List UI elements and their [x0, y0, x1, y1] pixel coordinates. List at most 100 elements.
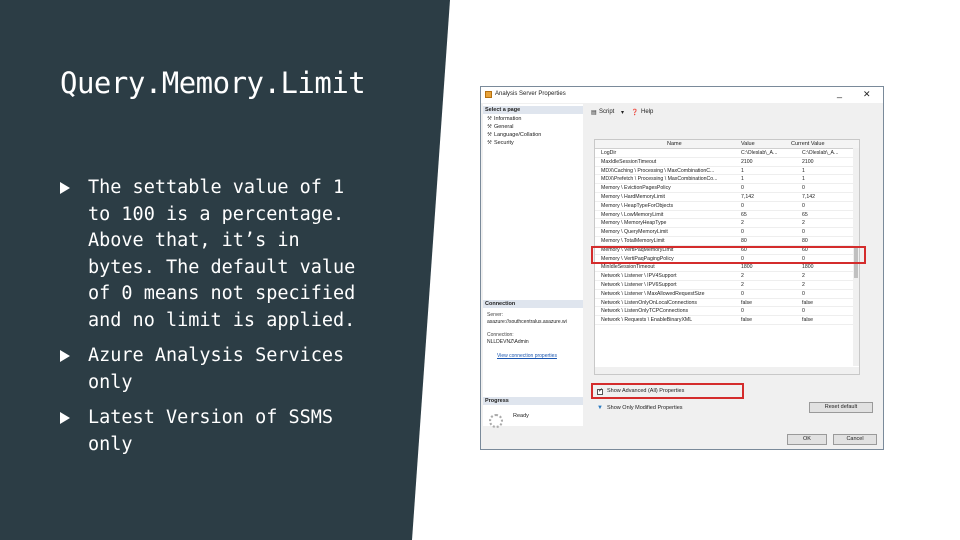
minimize-button[interactable]: _ [837, 88, 842, 98]
property-current-value: 80 [802, 238, 808, 244]
property-name: Memory \ QueryMemoryLimit [601, 229, 668, 236]
close-button[interactable]: ✕ [863, 89, 871, 100]
table-row[interactable]: Memory \ MemoryHeapType 2 2 [595, 219, 855, 229]
property-value[interactable]: 1 [741, 176, 799, 182]
property-name: Memory \ TotalMemoryLimit [601, 238, 665, 244]
table-row[interactable]: Memory \ QueryMemoryLimit 0 0 [595, 228, 855, 237]
property-name: MDX\Caching \ Processing \ MaxCombinatio… [601, 167, 715, 174]
property-value[interactable]: 65 [741, 212, 799, 218]
page-item-label: Language/Collation [493, 132, 542, 138]
column-header-name[interactable]: Name [667, 141, 682, 147]
chevron-down-icon[interactable]: ▾ [621, 109, 624, 116]
property-current-value: false [802, 299, 813, 306]
table-row[interactable]: MDX\Caching \ Processing \ MaxCombinatio… [595, 167, 855, 176]
property-value[interactable]: C:\Oleslab\_A... [741, 150, 799, 156]
table-row[interactable]: Network \ ListenOnlyOnLocalConnections fa… [595, 299, 855, 308]
property-value[interactable]: 0 [741, 203, 799, 209]
server-label: Server: [487, 312, 504, 318]
property-name: MaxIdleSessionTimeout [601, 158, 657, 165]
table-row[interactable]: MinIdleSessionTimeout 1800 1800 [595, 263, 855, 273]
page-item-general[interactable]: ⚒ General [487, 124, 514, 130]
left-pane: Select a page ⚒ Information ⚒ General ⚒ Lan… [483, 104, 583, 428]
show-advanced-highlight [591, 383, 744, 399]
property-value[interactable]: 2100 [741, 159, 799, 165]
property-name: MinIdleSessionTimeout [601, 264, 655, 271]
table-row[interactable]: Network \ Listener \ IPV6Support 2 2 [595, 281, 855, 290]
property-name: LogDir [601, 150, 617, 156]
bullet-item: Azure Analysis Services only [60, 343, 360, 396]
property-value[interactable]: 7,142 [741, 194, 799, 200]
page-item-label: Security [493, 140, 514, 146]
table-row[interactable]: Memory \ EvictionPagesPolicy 0 0 [595, 184, 855, 193]
property-current-value: 0 [802, 290, 805, 297]
page-item-label: General [493, 124, 514, 130]
bullet-text: Azure Analysis Services only [88, 345, 345, 393]
property-value[interactable]: 2 [741, 220, 799, 226]
help-button[interactable]: Help [641, 109, 653, 115]
connection-label: Connection: [487, 332, 514, 338]
property-name: Network \ Listener \ MaxAllowedRequestSi… [601, 290, 705, 297]
show-modified-label[interactable]: Show Only Modified Properties [607, 405, 683, 411]
table-row[interactable]: Network \ ListenOnlyTCPConnections 0 0 [595, 307, 855, 317]
property-value[interactable]: false [741, 317, 799, 323]
property-value[interactable]: 1800 [741, 264, 799, 270]
bullet-arrow-icon [60, 182, 70, 194]
property-value[interactable]: false [741, 300, 799, 306]
property-value[interactable]: 2 [741, 282, 799, 288]
table-row[interactable]: Memory \ TotalMemoryLimit 80 80 [595, 237, 855, 246]
bullet-text: Latest Version of SSMS only [88, 407, 334, 455]
property-name: Memory \ LowMemoryLimit [601, 211, 664, 218]
connection-header: Connection [483, 300, 583, 308]
page-item-label: Information [493, 116, 522, 122]
help-icon: ❓ [631, 110, 639, 116]
table-row[interactable]: MDX\Prefetch \ Processing \ MaxCombinati… [595, 175, 855, 185]
server-value: asazure://southcentralus.asazure.wi [487, 319, 567, 325]
reset-default-button[interactable]: Reset default [809, 402, 873, 413]
select-page-header: Select a page [483, 106, 583, 114]
cancel-button[interactable]: Cancel [833, 434, 877, 445]
grid-header: Name Value Current Value [595, 140, 859, 149]
table-row[interactable]: Memory \ HardMemoryLimit 7,142 7,142 [595, 193, 855, 202]
property-value[interactable]: 80 [741, 238, 799, 244]
property-value[interactable]: 0 [741, 291, 799, 297]
page-item-security[interactable]: ⚒ Security [487, 140, 514, 146]
property-current-value: 0 [802, 202, 805, 209]
property-name: Network \ Listener \ IPV6Support [601, 282, 677, 288]
property-value[interactable]: 2 [741, 273, 799, 279]
app-icon [485, 91, 492, 98]
table-row[interactable]: Network \ Listener \ MaxAllowedRequestSi… [595, 290, 855, 299]
script-icon: ▤ [591, 110, 597, 116]
column-header-current-value[interactable]: Current Value [791, 141, 825, 147]
table-row[interactable]: LogDir C:\Oleslab\_A... C:\Oleslab\_A... [595, 149, 855, 158]
page-item-language-collation[interactable]: ⚒ Language/Collation [487, 132, 541, 138]
bullet-list: The settable value of 1 to 100 is a perc… [60, 175, 360, 467]
dialog-titlebar: Analysis Server Properties _ ✕ [481, 87, 883, 103]
table-row[interactable]: MaxIdleSessionTimeout 2100 2100 [595, 158, 855, 167]
property-name: MDX\Prefetch \ Processing \ MaxCombinati… [601, 176, 718, 183]
horizontal-scrollbar[interactable] [595, 367, 859, 374]
wrench-icon: ⚒ [487, 124, 492, 130]
property-name: Memory \ MemoryHeapType [601, 220, 667, 227]
connection-value: NLLDEVNZ\Admin [487, 339, 529, 345]
property-value[interactable]: 0 [741, 308, 799, 314]
property-name: Memory \ HardMemoryLimit [601, 194, 665, 200]
table-row[interactable]: Memory \ LowMemoryLimit 65 65 [595, 211, 855, 220]
column-header-value[interactable]: Value [741, 141, 755, 147]
property-current-value: C:\Oleslab\_A... [802, 150, 839, 156]
table-row[interactable]: Memory \ HeapTypeForObjects 0 0 [595, 202, 855, 211]
script-button[interactable]: Script [599, 109, 614, 115]
page-item-information[interactable]: ⚒ Information [487, 116, 521, 122]
ok-button[interactable]: OK [787, 434, 827, 445]
property-current-value: false [802, 317, 813, 324]
view-connection-properties-link[interactable]: View connection properties [497, 353, 557, 359]
property-value[interactable]: 0 [741, 229, 799, 235]
bullet-item: The settable value of 1 to 100 is a perc… [60, 175, 360, 334]
property-current-value: 2 [802, 273, 805, 280]
property-name: Network \ ListenOnlyOnLocalConnections [601, 299, 698, 306]
property-current-value: 0 [802, 308, 805, 315]
property-value[interactable]: 1 [741, 168, 799, 174]
property-value[interactable]: 0 [741, 185, 799, 191]
progress-header: Progress [483, 397, 583, 405]
table-row[interactable]: Network \ Listener \ IPV4Support 2 2 [595, 272, 855, 281]
table-row[interactable]: Network \ Requests \ EnableBinaryXML fals… [595, 316, 855, 325]
